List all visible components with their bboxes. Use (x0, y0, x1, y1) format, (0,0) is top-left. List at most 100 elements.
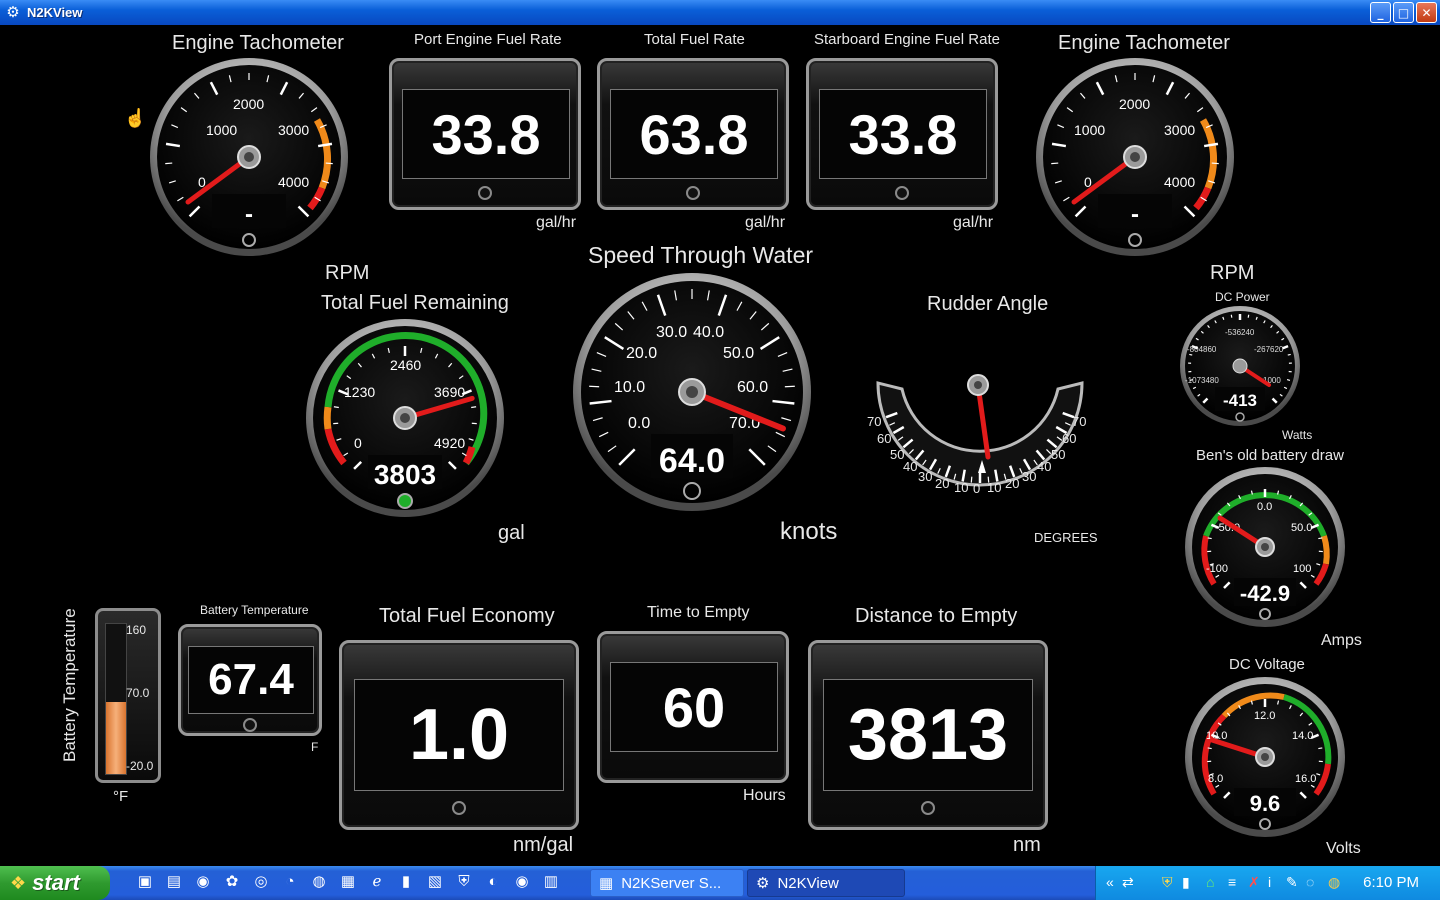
tach-port-unit: RPM (325, 262, 370, 284)
gauge-tick (471, 406, 477, 409)
firefox-icon[interactable]: ◉ (512, 872, 532, 892)
monitor-icon[interactable]: ▥ (541, 872, 561, 892)
rudder-tick-r70: 70 (1072, 414, 1087, 429)
minimize-button[interactable]: _ (1370, 2, 1391, 23)
total-fuel-unit: gal/hr (745, 214, 786, 231)
fuel-status-led (397, 493, 413, 509)
rudder-title: Rudder Angle (927, 293, 1049, 315)
speed-tick-10: 10.0 (614, 379, 645, 396)
thermometer-fill (106, 702, 126, 774)
gauge-tick (1207, 747, 1212, 750)
tray-info-icon[interactable]: i (1268, 874, 1271, 890)
mouse-pointer-icon: ☝ (124, 108, 147, 128)
fuel-tick-4920: 4920 (434, 435, 465, 451)
maximize-button[interactable]: □ (1393, 2, 1414, 23)
tach-port-gauge: 1000 2000 3000 4000 0 - (150, 58, 348, 256)
bd-tick-n100: -100 (1206, 563, 1228, 575)
tach-stbd-gauge: 1000 2000 3000 4000 0 - (1036, 58, 1234, 256)
network-icon[interactable]: ▦ (338, 872, 358, 892)
time-to-empty-unit: Hours (743, 787, 786, 804)
battery-temp-value: 67.4 (188, 646, 314, 714)
tach-stbd-tick-1000: 1000 (1074, 122, 1105, 138)
tray-chart-icon[interactable]: ≡ (1228, 874, 1236, 890)
fuel-economy-panel: 1.0 (339, 640, 579, 830)
firefox-icon[interactable]: ◉ (193, 872, 213, 892)
battery-draw-gauge: -100 -50.0 0.0 50.0 100 -42.9 (1185, 467, 1345, 627)
tach-stbd-tick-2000: 2000 (1119, 96, 1150, 112)
thermometer-unit: °F (113, 788, 129, 805)
tray-chrome-icon[interactable]: ◍ (1328, 874, 1340, 891)
time-to-empty-title: Time to Empty (647, 604, 750, 621)
fuel-tick-1230: 1230 (344, 384, 375, 400)
tool-icon[interactable]: ✿ (222, 872, 242, 892)
bd-tick-100: 100 (1293, 563, 1311, 575)
task-n2kserver-label: N2KServer S... (621, 874, 722, 892)
dc-power-gauge: -1073480 -804860 -536240 -267620 1000 -4… (1180, 306, 1300, 426)
tray-back-icon[interactable]: « (1106, 874, 1114, 890)
dc-voltage-title: DC Voltage (1229, 656, 1305, 673)
tach-stbd-tick-4000: 4000 (1164, 174, 1195, 190)
gauge-tick (784, 385, 795, 388)
close-button[interactable]: ✕ (1416, 2, 1437, 23)
tray-edit-icon[interactable]: ✎ (1286, 874, 1298, 891)
tray-signal-icon[interactable]: ▮ (1182, 874, 1190, 891)
gauge-tick (333, 406, 339, 409)
tach-port-tick-3000: 3000 (278, 122, 309, 138)
rudder-tick-l70: 70 (867, 414, 882, 429)
search-icon[interactable]: ◐ (483, 872, 503, 892)
tray-shield-icon[interactable]: ⛨ (1162, 874, 1173, 891)
fuel-tick-0: 0 (354, 435, 362, 451)
gauge-tick (1230, 314, 1233, 318)
dc-power-title: DC Power (1215, 290, 1270, 304)
globe-icon[interactable]: ◍ (309, 872, 329, 892)
note-icon[interactable]: ▧ (425, 872, 445, 892)
app-gear-icon: ⚙ (6, 3, 20, 21)
tach-port-readout: - (245, 201, 253, 228)
eye-icon[interactable]: ◔ (280, 872, 300, 892)
thermometer-tube (105, 623, 127, 775)
tray-network-icon[interactable]: ⇄ (1122, 874, 1134, 891)
desktop-icon[interactable]: ▣ (135, 872, 155, 892)
gauge-tick (1207, 537, 1212, 540)
dc-voltage-gauge: 8.0 10.0 12.0 14.0 16.0 9.6 (1185, 677, 1345, 837)
speed-tick-40: 40.0 (693, 324, 724, 341)
ie-icon[interactable]: ℯ (367, 872, 387, 892)
battery-temp-knob (243, 718, 257, 732)
tray-refresh-icon[interactable]: ◌ (1306, 874, 1314, 890)
task-n2kview[interactable]: ⚙ N2KView (747, 869, 905, 897)
fuel-economy-unit: nm/gal (513, 834, 574, 856)
window-title: N2KView (27, 5, 83, 20)
folder-icon[interactable]: ▤ (164, 872, 184, 892)
n2kserver-icon: ▦ (599, 875, 614, 892)
rudder-tick-0: 0 (973, 481, 981, 496)
stbd-fuel-unit: gal/hr (953, 214, 994, 231)
rudder-unit: DEGREES (1034, 530, 1098, 545)
window-titlebar: ⚙ N2KView _ □ ✕ (0, 0, 1440, 25)
tach-port-tick-2000: 2000 (233, 96, 264, 112)
thermometer-title: Battery Temperature (60, 608, 79, 762)
terminal-icon[interactable]: ▮ (396, 872, 416, 892)
tray-error-icon[interactable]: ✗ (1248, 874, 1260, 891)
dcp-tick-3: -267620 (1254, 345, 1284, 354)
rudder-tick-r60: 60 (1062, 431, 1077, 446)
gauge-tick (1051, 162, 1059, 165)
media-icon[interactable]: ◎ (251, 872, 271, 892)
gauge-tick (325, 162, 333, 165)
speed-unit: knots (780, 518, 838, 545)
battery-temp-unit: F (311, 740, 319, 754)
tray-home-icon[interactable]: ⌂ (1206, 874, 1214, 890)
speed-tick-30: 30.0 (656, 324, 687, 341)
rudder-tick-l40: 40 (903, 459, 918, 474)
speed-gauge: 0.0 10.0 20.0 30.0 40.0 50.0 60.0 70.0 6… (573, 273, 811, 511)
speed-tick-20: 20.0 (626, 345, 657, 362)
start-button[interactable]: ❖ start (0, 866, 110, 900)
total-fuel-knob (686, 186, 700, 200)
task-n2kserver[interactable]: ▦ N2KServer S... (590, 869, 744, 897)
dv-tick-12: 12.0 (1254, 710, 1275, 722)
bd-tick-0: 0.0 (1257, 501, 1272, 513)
dcp-tick-1: -804860 (1187, 345, 1217, 354)
windows-flag-icon: ❖ (10, 872, 27, 893)
distance-to-empty-title: Distance to Empty (855, 605, 1018, 627)
shield-icon[interactable]: ⛨ (454, 872, 474, 892)
gauge-tick (1211, 162, 1219, 165)
